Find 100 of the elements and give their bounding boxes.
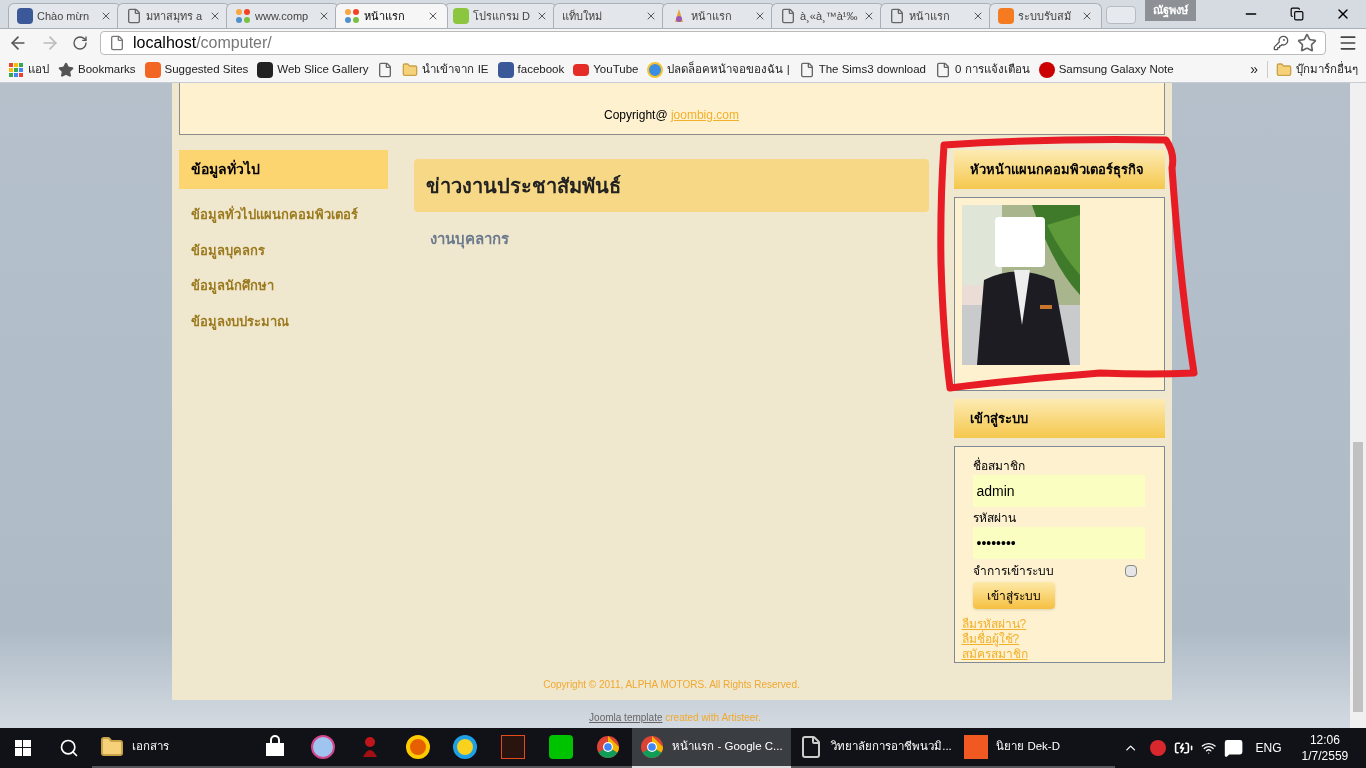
page-icon [935, 61, 952, 78]
tab-title: แท็บใหม่ [562, 8, 603, 24]
footer-text: Copyright © 2011, ALPHA MOTORS. All Rights Reserved. [543, 678, 800, 692]
tab-title: à¸«à¸™à¹‰ [800, 8, 859, 25]
article-subtitle: งานบุคลากร [429, 229, 510, 251]
bookmark[interactable]: Suggested Sites [144, 60, 249, 79]
address-bar[interactable]: localhost/computer/ [100, 31, 1326, 55]
dekd-icon [964, 735, 989, 759]
scrollbar[interactable] [1350, 83, 1366, 728]
mega-icon[interactable] [1150, 740, 1166, 756]
language-indicator[interactable]: ENG [1255, 739, 1282, 757]
close-icon[interactable] [1081, 10, 1093, 22]
other-bookmarks[interactable]: บุ๊กมาร์กอื่นๆ [1267, 60, 1358, 79]
field-label: ชื่อสมาชิก [972, 457, 1026, 475]
bookmark[interactable]: The Sims3 download [798, 60, 927, 79]
taskbar-item[interactable]: วิทยาลัยการอาชีพนวมิ... [791, 728, 957, 768]
key-icon[interactable] [1273, 35, 1289, 51]
login-button[interactable]: เข้าสู่ระบบ [972, 582, 1055, 609]
reload-icon[interactable] [72, 35, 88, 51]
windows-icon [15, 740, 31, 756]
apps-icon [8, 61, 24, 78]
banner-text: Copyright@ joombig.com [604, 107, 739, 124]
close-icon[interactable] [645, 10, 657, 22]
menu-header: ข้อมูลทั่วไป [178, 150, 388, 189]
browser-tab[interactable]: หน้าแรก [335, 3, 448, 28]
close-icon[interactable] [427, 10, 439, 22]
module-header: หัวหน้าแผนกคอมพิวเตอร์ธุรกิจ [953, 150, 1165, 189]
url-text: localhost/computer/ [133, 33, 273, 53]
youtube-icon [573, 63, 590, 76]
facebook-icon [497, 61, 514, 78]
bookmark[interactable]: แอป [8, 60, 49, 79]
ie-icon [453, 735, 478, 759]
remember-label: จำการเข้าระบบ [972, 563, 1054, 580]
bookmark[interactable] [377, 61, 394, 78]
bookmark[interactable]: Samsung Galaxy Note [1038, 60, 1174, 79]
menu-icon[interactable] [1338, 33, 1358, 53]
bookmark[interactable]: 0 การแจ้งเตือน [935, 60, 1030, 79]
bookmark[interactable]: Bookmarks [58, 60, 136, 79]
bookmark[interactable]: ปลดล็อคหน้าจอของฉัน | [647, 60, 790, 79]
page-icon [109, 35, 125, 51]
page-icon [780, 8, 796, 24]
tab-title: Chào mừn [37, 8, 90, 24]
bookmark[interactable]: นำเข้าจาก IE [402, 60, 489, 79]
article-header: ข่าวงานประชาสัมพันธ์ [413, 159, 929, 212]
tab-title: www.comp [255, 8, 310, 24]
tab-title: หน้าแรก [691, 8, 733, 24]
star-icon[interactable] [1297, 33, 1317, 53]
page-icon [377, 61, 394, 78]
bulb-icon [144, 61, 161, 78]
close-icon[interactable] [754, 10, 766, 22]
page-icon [126, 8, 142, 24]
joomla-icon [344, 8, 360, 24]
more-bookmarks-button[interactable]: » [1250, 59, 1258, 80]
bookmark[interactable]: YouTube [573, 60, 639, 79]
wifi-icon[interactable] [1201, 740, 1217, 756]
folder-icon [1276, 61, 1292, 78]
taskbar-item[interactable]: เอกสาร [92, 728, 251, 768]
chrome-icon [596, 735, 621, 759]
module-header: เข้าสู่ระบบ [953, 399, 1165, 438]
bookmark[interactable]: facebook [497, 60, 565, 79]
notification-icon[interactable] [1224, 738, 1244, 758]
bookmark[interactable]: Web Slice Gallery [257, 60, 369, 79]
tab-title: ระบบรับสมั [1018, 8, 1072, 24]
globe-icon [310, 735, 335, 759]
close-icon[interactable] [100, 10, 112, 22]
tab-title: หน้าแรก [909, 8, 951, 24]
star-icon [58, 61, 74, 78]
globe-icon [647, 61, 664, 78]
close-icon[interactable] [318, 10, 330, 22]
restore-icon[interactable] [1290, 7, 1304, 21]
browser-tab[interactable]: ระบบรับสมั [989, 3, 1102, 28]
username-field[interactable]: admin [972, 475, 1145, 507]
tab-title: มหาสมุทร a [146, 8, 204, 25]
app-icon [998, 8, 1014, 24]
close-icon[interactable] [536, 10, 548, 22]
facebook-icon [17, 8, 33, 24]
taskbar-item[interactable]: หน้าแรก - Google C... [632, 728, 792, 768]
folder-icon [100, 735, 125, 759]
close-icon[interactable] [209, 10, 221, 22]
slice-icon [257, 61, 274, 78]
search-icon[interactable] [59, 738, 80, 758]
joomla-icon [235, 8, 251, 24]
page-icon [889, 8, 905, 24]
taskbar-item[interactable]: นิยาย Dek-D [956, 728, 1116, 768]
game-icon [501, 735, 526, 759]
tab-title: หน้าแรก [364, 8, 406, 24]
close-icon[interactable] [972, 10, 984, 22]
folder-icon [402, 61, 419, 78]
tab-title: โปรแกรม D [473, 8, 531, 24]
field-label: รหัสผ่าน [972, 510, 1017, 527]
firefox-icon [405, 735, 430, 759]
page-icon [798, 61, 815, 78]
clock[interactable]: 12:06 1/7/2559 [1289, 732, 1361, 764]
chrome-icon [640, 735, 665, 759]
dd-icon [453, 8, 469, 24]
credit-text: Joomla template created with Artisteer. [589, 711, 761, 725]
remember-checkbox[interactable] [1124, 565, 1137, 577]
password-field[interactable]: •••••••• [972, 527, 1145, 559]
template-link[interactable]: Joomla template [589, 712, 663, 723]
close-icon[interactable] [863, 10, 875, 22]
